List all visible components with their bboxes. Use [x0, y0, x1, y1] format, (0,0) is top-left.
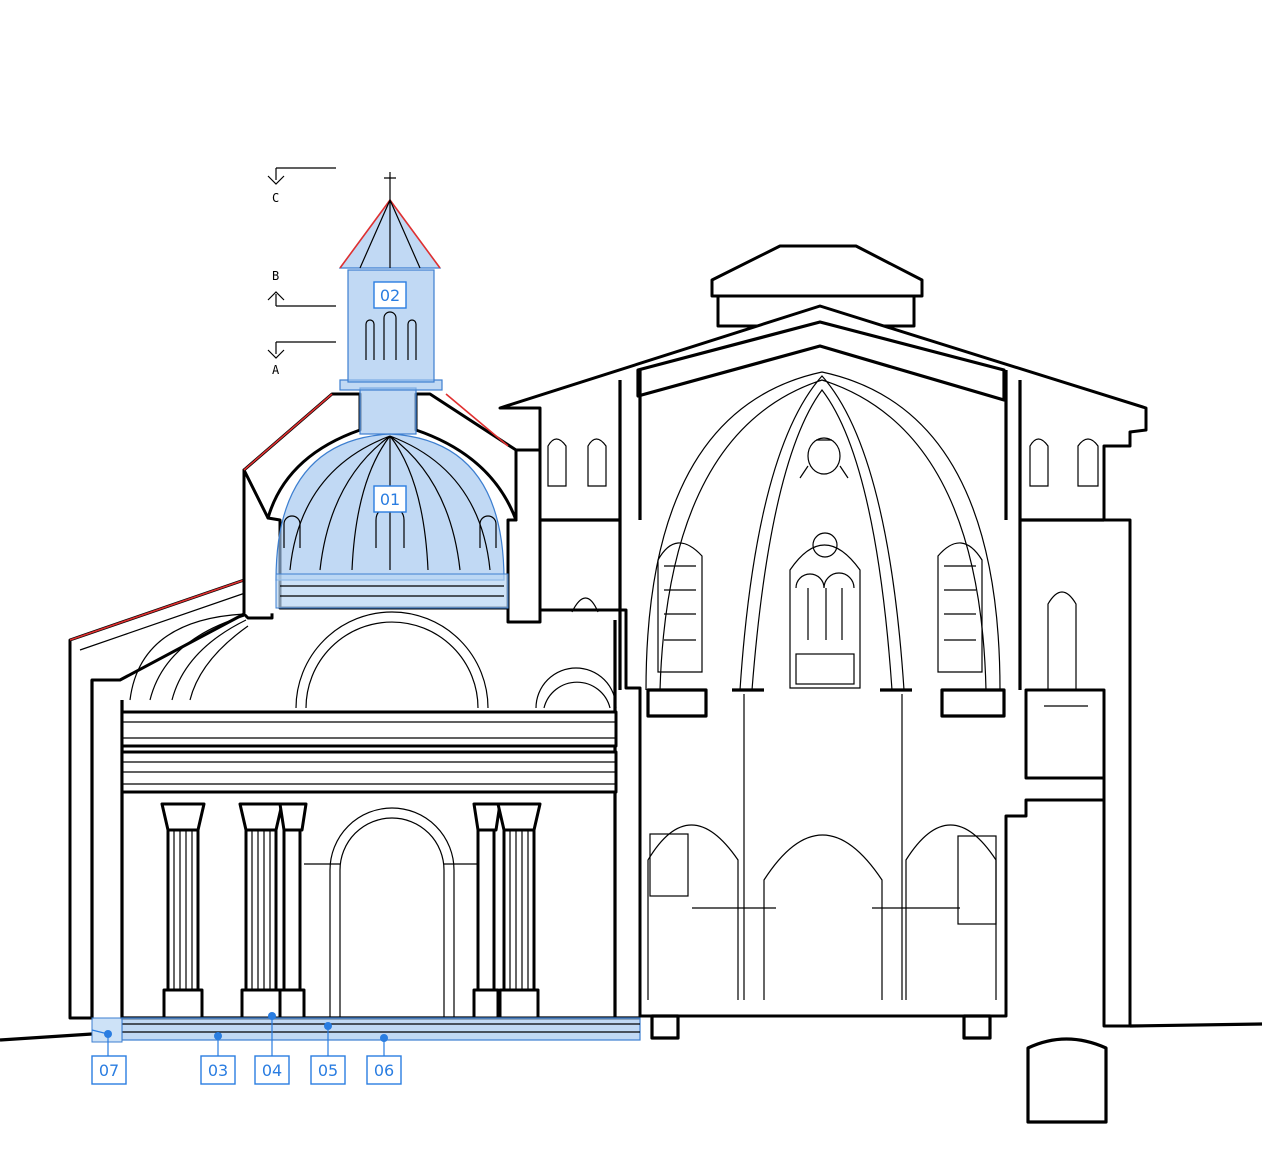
- section-mark-b: B: [267, 269, 336, 307]
- svg-text:05: 05: [318, 1061, 338, 1080]
- nave-roof: [498, 304, 1148, 1028]
- svg-text:01: 01: [380, 490, 400, 509]
- callout-05[interactable]: 05: [310, 1055, 346, 1085]
- svg-text:07: 07: [99, 1061, 119, 1080]
- section-mark-a: A: [267, 341, 336, 377]
- svg-text:02: 02: [380, 286, 400, 305]
- svg-text:B: B: [272, 269, 279, 283]
- section-mark-c: C: [267, 167, 336, 205]
- dome-base-ring: [275, 573, 509, 609]
- callout-06[interactable]: 06: [366, 1055, 402, 1085]
- callout-07[interactable]: 07: [91, 1055, 127, 1085]
- building-section-drawing: C B A 01 02 07 03 04 05 06: [0, 167, 1263, 1124]
- lantern-neck: [359, 387, 417, 435]
- nave-pediment: [710, 244, 924, 298]
- svg-text:A: A: [272, 363, 280, 377]
- inner-arch: [304, 807, 478, 1018]
- svg-text:06: 06: [374, 1061, 394, 1080]
- callout-04[interactable]: 04: [254, 1055, 290, 1085]
- callout-03[interactable]: 03: [200, 1055, 236, 1085]
- callout-01[interactable]: 01: [373, 485, 407, 513]
- central-arch: [295, 611, 489, 709]
- svg-text:04: 04: [262, 1061, 282, 1080]
- foundation-edge-07: [91, 1017, 123, 1043]
- lantern-02: [338, 172, 443, 391]
- callout-02[interactable]: 02: [373, 281, 407, 309]
- crypt: [1026, 1037, 1108, 1124]
- columns: [160, 802, 542, 1020]
- svg-text:C: C: [272, 191, 279, 205]
- entablature-upper: [120, 710, 618, 748]
- footing-right: [962, 1014, 992, 1040]
- footing-left: [650, 1014, 680, 1040]
- svg-text:03: 03: [208, 1061, 228, 1080]
